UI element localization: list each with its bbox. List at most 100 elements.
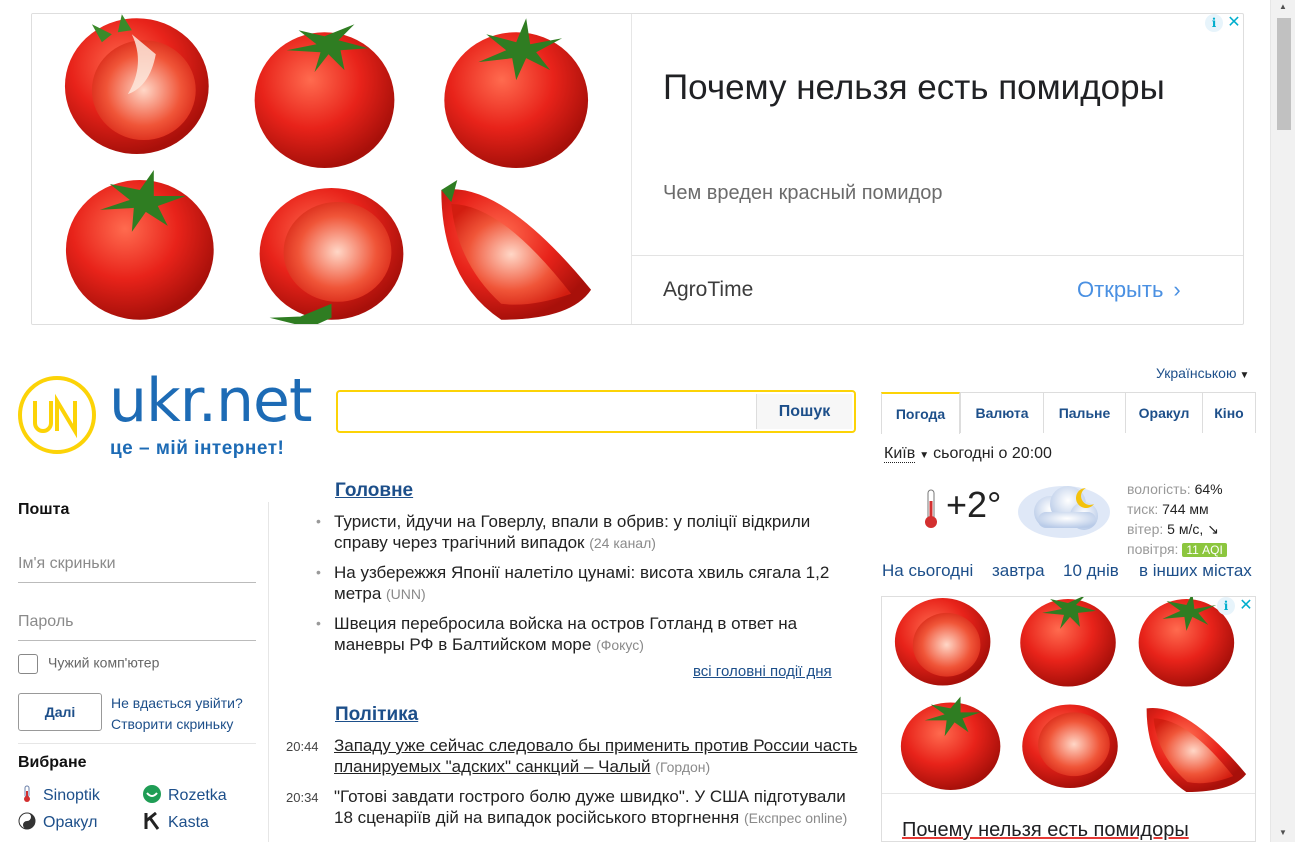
news-item[interactable]: • Туристи, йдучи на Говерлу, впали в обр… — [316, 511, 858, 554]
ad-advertiser[interactable]: AgroTime — [663, 278, 753, 302]
favorite-rozetka[interactable]: Rozetka — [143, 785, 227, 805]
news-source: (UNN) — [386, 586, 426, 602]
favorite-label: Rozetka — [168, 787, 227, 804]
checkbox-box[interactable] — [18, 654, 38, 674]
cloudy-night-icon — [1018, 486, 1110, 538]
ad-banner-right[interactable]: Почему нельзя есть помидоры i ✕ — [881, 596, 1256, 842]
column-divider — [268, 502, 269, 842]
weather-stats: вологість: 64% тиск: 744 мм вітер: 5 м/с… — [1127, 479, 1227, 560]
kasta-icon — [144, 812, 160, 830]
section-title-politics[interactable]: Політика — [335, 704, 418, 726]
tab-oracle[interactable]: Оракул — [1125, 392, 1203, 433]
news-headline[interactable]: Швеция перебросила войска на остров Готл… — [334, 614, 797, 654]
favorites-title: Вибране — [18, 754, 87, 771]
news-source: (Гордон) — [655, 759, 711, 775]
weather-10-days-link[interactable]: 10 днів — [1063, 561, 1119, 581]
ad-open-button[interactable]: Открыть › — [1077, 277, 1181, 303]
ad-subtitle[interactable]: Чем вреден красный помидор — [663, 182, 943, 205]
ad-close-icon[interactable]: ✕ — [1237, 597, 1255, 615]
login-next-button[interactable]: Далі — [18, 693, 102, 731]
pressure-value: 744 мм — [1162, 501, 1209, 517]
bullet-icon: • — [316, 513, 321, 529]
ad-headline[interactable]: Почему нельзя есть помидоры — [663, 64, 1223, 112]
weather-header: Київ ▼ сьогодні о 20:00 — [884, 445, 1052, 463]
mailbox-name-input[interactable]: Ім'я скриньки — [18, 549, 256, 583]
caret-down-icon[interactable]: ▼ — [919, 450, 929, 461]
pressure-label: тиск: — [1127, 501, 1159, 517]
humidity-label: вологість: — [1127, 481, 1191, 497]
scroll-down-arrow-icon[interactable]: ▼ — [1279, 828, 1287, 837]
tomatoes-image — [32, 14, 632, 324]
search-button[interactable]: Пошук — [756, 394, 852, 429]
news-time: 20:44 — [286, 739, 319, 754]
favorite-kasta[interactable]: Kasta — [143, 812, 209, 832]
foreign-computer-label: Чужий комп'ютер — [48, 654, 160, 671]
tab-cinema[interactable]: Кіно — [1202, 392, 1256, 433]
ad-info-icon[interactable]: i — [1217, 597, 1235, 615]
logo-name: ukr.net — [109, 366, 312, 436]
yin-yang-icon — [18, 812, 36, 830]
favorite-label: Sinoptik — [43, 787, 100, 804]
password-input[interactable]: Пароль — [18, 607, 256, 641]
city-selector[interactable]: Київ — [884, 445, 916, 463]
tomatoes-image — [882, 597, 1255, 794]
news-source: (Експрес online) — [743, 810, 848, 826]
tab-weather[interactable]: Погода — [881, 392, 960, 434]
news-item[interactable]: 20:34 "Готові завдати гострого болю дуже… — [286, 786, 861, 829]
favorite-sinoptik[interactable]: Sinoptik — [18, 785, 100, 805]
weather-today-link[interactable]: На сьогодні — [882, 561, 973, 581]
air-label: повітря: — [1127, 541, 1179, 557]
news-source: (Фокус) — [596, 637, 644, 653]
language-selector[interactable]: Українською ▼ — [1156, 365, 1249, 381]
caret-down-icon: ▼ — [1239, 370, 1250, 381]
bullet-icon: • — [316, 615, 321, 631]
news-headline[interactable]: Туристи, йдучи на Говерлу, впали в обрив… — [334, 512, 810, 552]
ad-banner-top[interactable]: Почему нельзя есть помидоры Чем вреден к… — [31, 13, 1244, 325]
left-separator — [18, 743, 256, 744]
ad-divider — [632, 255, 1243, 256]
search-box: Пошук — [336, 390, 856, 433]
ad-headline[interactable]: Почему нельзя есть помидоры — [902, 819, 1189, 841]
tab-currency[interactable]: Валюта — [960, 392, 1044, 433]
language-label: Українською — [1156, 365, 1237, 381]
tab-fuel[interactable]: Пальне — [1043, 392, 1126, 433]
temperature: +2° — [946, 484, 1002, 525]
favorite-oracle[interactable]: Оракул — [18, 812, 97, 832]
ad-close-icon[interactable]: ✕ — [1225, 14, 1243, 32]
foreign-computer-checkbox[interactable]: Чужий комп'ютер — [18, 654, 159, 674]
info-tabs: Погода Валюта Пальне Оракул Кіно — [881, 392, 1256, 434]
weather-tomorrow-link[interactable]: завтра — [992, 561, 1045, 581]
humidity-value: 64% — [1194, 481, 1223, 497]
rozetka-icon — [143, 785, 161, 803]
news-headline[interactable]: Западу уже сейчас следовало бы применить… — [334, 736, 857, 776]
ad-info-icon[interactable]: i — [1205, 14, 1223, 32]
site-logo[interactable]: ukr.net це – мій інтернет! — [17, 366, 317, 460]
bullet-icon: • — [316, 564, 321, 580]
search-input[interactable] — [340, 394, 754, 429]
news-item[interactable]: 20:44 Западу уже сейчас следовало бы при… — [286, 735, 861, 778]
favorite-label: Kasta — [168, 814, 209, 831]
logo-slogan: це – мій інтернет! — [110, 438, 285, 459]
news-item[interactable]: • На узбережжя Японії налетіло цунамі: в… — [316, 562, 858, 605]
scroll-up-arrow-icon[interactable]: ▲ — [1279, 2, 1287, 11]
thermometer-icon — [925, 489, 937, 528]
chevron-right-icon: › — [1173, 277, 1181, 302]
all-main-news-link[interactable]: всі головні події дня — [693, 663, 832, 680]
wind-label: вітер: — [1127, 521, 1164, 537]
aqi-badge: 11 AQI — [1182, 543, 1227, 557]
page-scrollbar[interactable]: ▲ ▼ — [1270, 0, 1295, 842]
wind-value: 5 м/с, ↘ — [1167, 521, 1219, 537]
create-mailbox-link[interactable]: Створити скриньку — [111, 714, 233, 735]
ad-open-label: Открыть — [1077, 277, 1164, 302]
news-time: 20:34 — [286, 790, 319, 805]
news-source: (24 канал) — [589, 535, 656, 551]
favorite-label: Оракул — [43, 814, 98, 831]
thermometer-icon — [24, 785, 30, 802]
scroll-thumb[interactable] — [1277, 18, 1291, 130]
weather-other-cities-link[interactable]: в інших містах — [1139, 561, 1252, 581]
cant-login-link[interactable]: Не вдається увійти? — [111, 693, 243, 714]
mail-title: Пошта — [18, 501, 70, 518]
ukr-net-emblem-icon — [18, 376, 96, 454]
news-item[interactable]: • Швеция перебросила войска на остров Го… — [316, 613, 858, 656]
section-title-main[interactable]: Головне — [335, 480, 413, 502]
